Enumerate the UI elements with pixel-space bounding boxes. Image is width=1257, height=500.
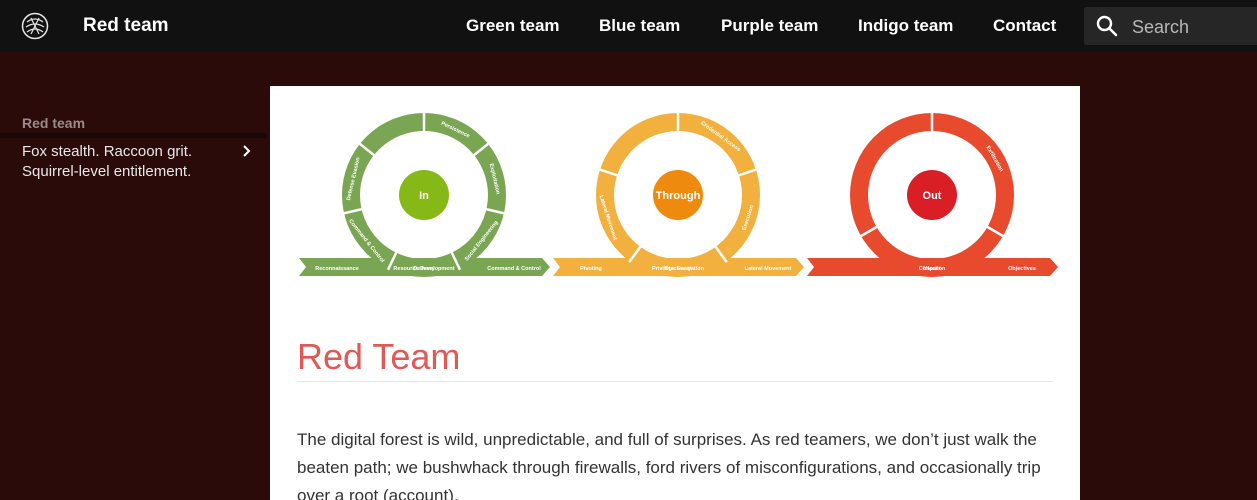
sidebar-divider xyxy=(0,133,267,138)
cycle-out: ExfiltrationImpactOutCollection Objective… xyxy=(807,112,1058,277)
arrow-label: Objectives xyxy=(1008,266,1036,272)
sidebar-title[interactable]: Red team xyxy=(22,114,85,132)
center-label: Through xyxy=(656,190,701,202)
nav-indigo-team[interactable]: Indigo team xyxy=(858,13,953,39)
sidebar-item[interactable]: Fox stealth. Raccoon grit. Squirrel-leve… xyxy=(22,142,267,182)
arrow-label: Collection xyxy=(919,266,946,272)
nav-blue-team[interactable]: Blue team xyxy=(599,13,680,39)
search-input[interactable] xyxy=(1130,14,1257,40)
center-label: In xyxy=(419,190,429,202)
intro-paragraph: The digital forest is wild, unpredictabl… xyxy=(297,430,1041,500)
nav-purple-team[interactable]: Purple team xyxy=(721,13,818,39)
site-title[interactable]: Red team xyxy=(83,13,169,39)
top-navigation-bar: Red team Green team Blue team Purple tea… xyxy=(0,0,1257,52)
arrow-label: Discovery xyxy=(665,266,692,272)
cycle-through: Credential AccessExecutionPrivilege Esca… xyxy=(553,112,804,277)
title-divider xyxy=(297,381,1053,382)
arrow-label: Lateral Movement xyxy=(745,266,792,272)
nav-green-team[interactable]: Green team xyxy=(466,13,560,39)
nav-contact[interactable]: Contact xyxy=(993,13,1056,39)
arrow-label: Pivoting xyxy=(580,266,602,272)
chevron-right-icon[interactable] xyxy=(240,144,254,158)
sidebar-item-label: Fox stealth. Raccoon grit. Squirrel-leve… xyxy=(22,143,193,180)
logo-icon[interactable] xyxy=(21,12,49,40)
search-icon[interactable] xyxy=(1096,15,1118,37)
arrow-label: Reconnaissance xyxy=(315,266,358,272)
arrow-label: Resource Development xyxy=(393,266,454,272)
kill-chain-diagram: PersistenceExploitationSocial Engineerin… xyxy=(299,112,1058,277)
main-content: Persistence Exploitation Social Engineerin… xyxy=(270,86,1080,500)
cycle-in: PersistenceExploitationSocial Engineerin… xyxy=(299,112,550,277)
arrow-label: Command & Control xyxy=(487,266,541,272)
center-label: Out xyxy=(923,190,942,202)
page-title: Red Team xyxy=(297,336,461,377)
search-box[interactable] xyxy=(1084,7,1257,45)
